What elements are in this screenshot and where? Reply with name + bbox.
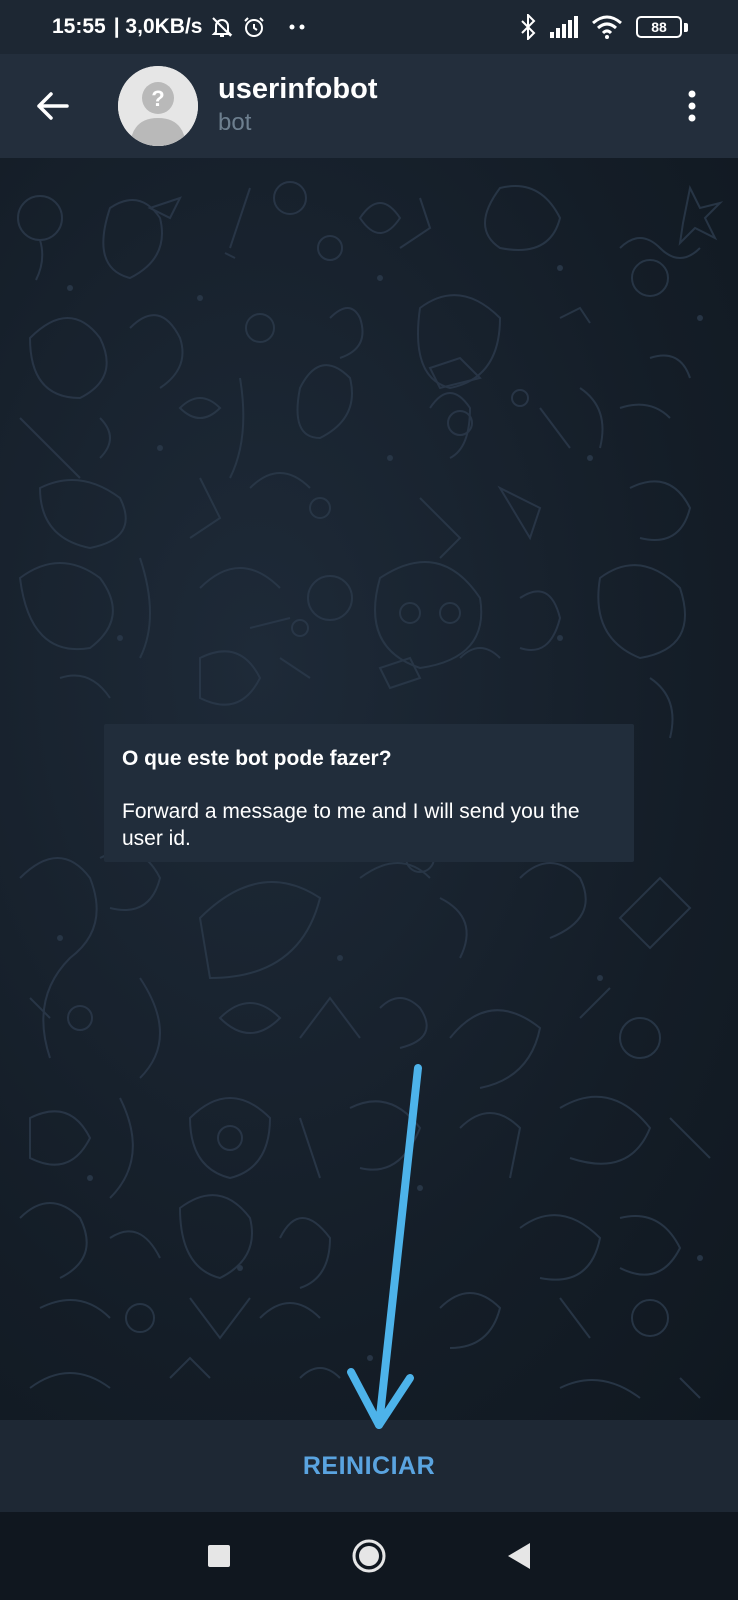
status-time: 15:55 <box>52 15 106 38</box>
network-speed: | 3,0KB/s <box>113 15 203 38</box>
bottom-action-bar: REINICIAR <box>0 1420 738 1512</box>
back-button[interactable] <box>24 78 80 134</box>
alarm-clock-icon <box>242 15 266 39</box>
chat-subtitle: bot <box>218 109 252 136</box>
circle-icon <box>352 1539 386 1573</box>
chat-title-block[interactable]: userinfobot bot <box>218 72 378 140</box>
battery-icon: 88 <box>636 16 688 38</box>
square-icon <box>208 1545 230 1567</box>
recents-button[interactable] <box>199 1536 239 1576</box>
battery-level: 88 <box>651 19 667 35</box>
alarm-off-icon <box>210 15 234 39</box>
chat-header: ? userinfobot bot <box>0 54 738 158</box>
restart-button[interactable]: REINICIAR <box>283 1442 455 1491</box>
status-bar: 15:55 | 3,0KB/s 88 <box>0 0 738 54</box>
unknown-user-icon: ? <box>118 66 198 146</box>
signal-icon <box>550 16 578 38</box>
bluetooth-icon <box>520 14 536 40</box>
dots-icon <box>288 23 306 31</box>
bot-info-title: O que este bot pode fazer? <box>122 747 392 770</box>
avatar[interactable]: ? <box>118 66 198 146</box>
more-vertical-icon <box>688 90 696 122</box>
more-options-button[interactable] <box>672 78 712 134</box>
wifi-icon <box>592 15 622 39</box>
bot-info-card: O que este bot pode fazer? Forward a mes… <box>104 724 634 862</box>
bot-info-description: Forward a message to me and I will send … <box>122 800 580 850</box>
home-button[interactable] <box>349 1536 389 1576</box>
system-navigation-bar <box>0 1512 738 1600</box>
svg-text:?: ? <box>151 86 164 111</box>
arrow-left-icon <box>37 92 69 120</box>
chat-title: userinfobot <box>218 73 378 105</box>
chat-area[interactable]: O que este bot pode fazer? Forward a mes… <box>0 158 738 1420</box>
back-nav-button[interactable] <box>499 1536 539 1576</box>
triangle-back-icon <box>508 1543 530 1569</box>
